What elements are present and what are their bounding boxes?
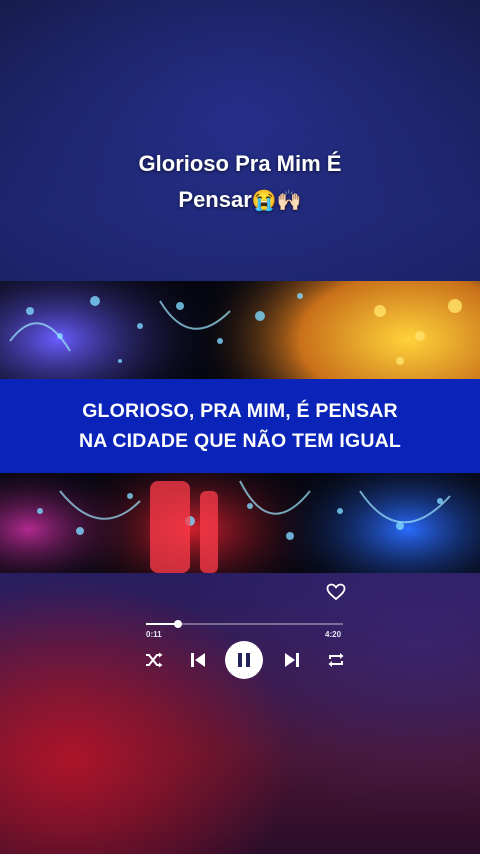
previous-icon[interactable] (188, 650, 208, 670)
lyric-line-2: NA CIDADE QUE NÃO TEM IGUAL (78, 430, 402, 452)
progress-fill (146, 623, 178, 625)
video-caption: Glorioso Pra Mim É Pensar😭🙌🏻 (0, 146, 480, 219)
shuffle-icon[interactable] (144, 650, 164, 670)
lyric-banner: GLORIOSO, PRA MIM, É PENSAR NA CIDADE QU… (0, 379, 480, 473)
caption-line-1: Glorioso Pra Mim É (138, 151, 342, 176)
caption-line-2: Pensar😭🙌🏻 (0, 182, 480, 219)
repeat-icon[interactable] (326, 650, 346, 670)
next-icon[interactable] (282, 650, 302, 670)
elapsed-time: 0:11 (146, 630, 162, 639)
playback-controls (144, 640, 346, 680)
video-screen: { "caption": { "line1": "Glorioso Pra Mi… (0, 0, 480, 854)
album-artwork: GLORIOSO, PRA MIM, É PENSAR NA CIDADE QU… (0, 281, 480, 573)
pause-button[interactable] (225, 641, 263, 679)
caption-emojis: 😭🙌🏻 (251, 190, 302, 212)
pause-icon (238, 653, 250, 667)
lyric-line-1: GLORIOSO, PRA MIM, É PENSAR (82, 400, 398, 422)
progress-bar[interactable] (146, 620, 343, 628)
progress-knob[interactable] (173, 620, 182, 628)
heart-icon[interactable] (326, 583, 346, 601)
caption-line-2-text: Pensar (178, 187, 252, 212)
total-time: 4:20 (325, 630, 342, 639)
